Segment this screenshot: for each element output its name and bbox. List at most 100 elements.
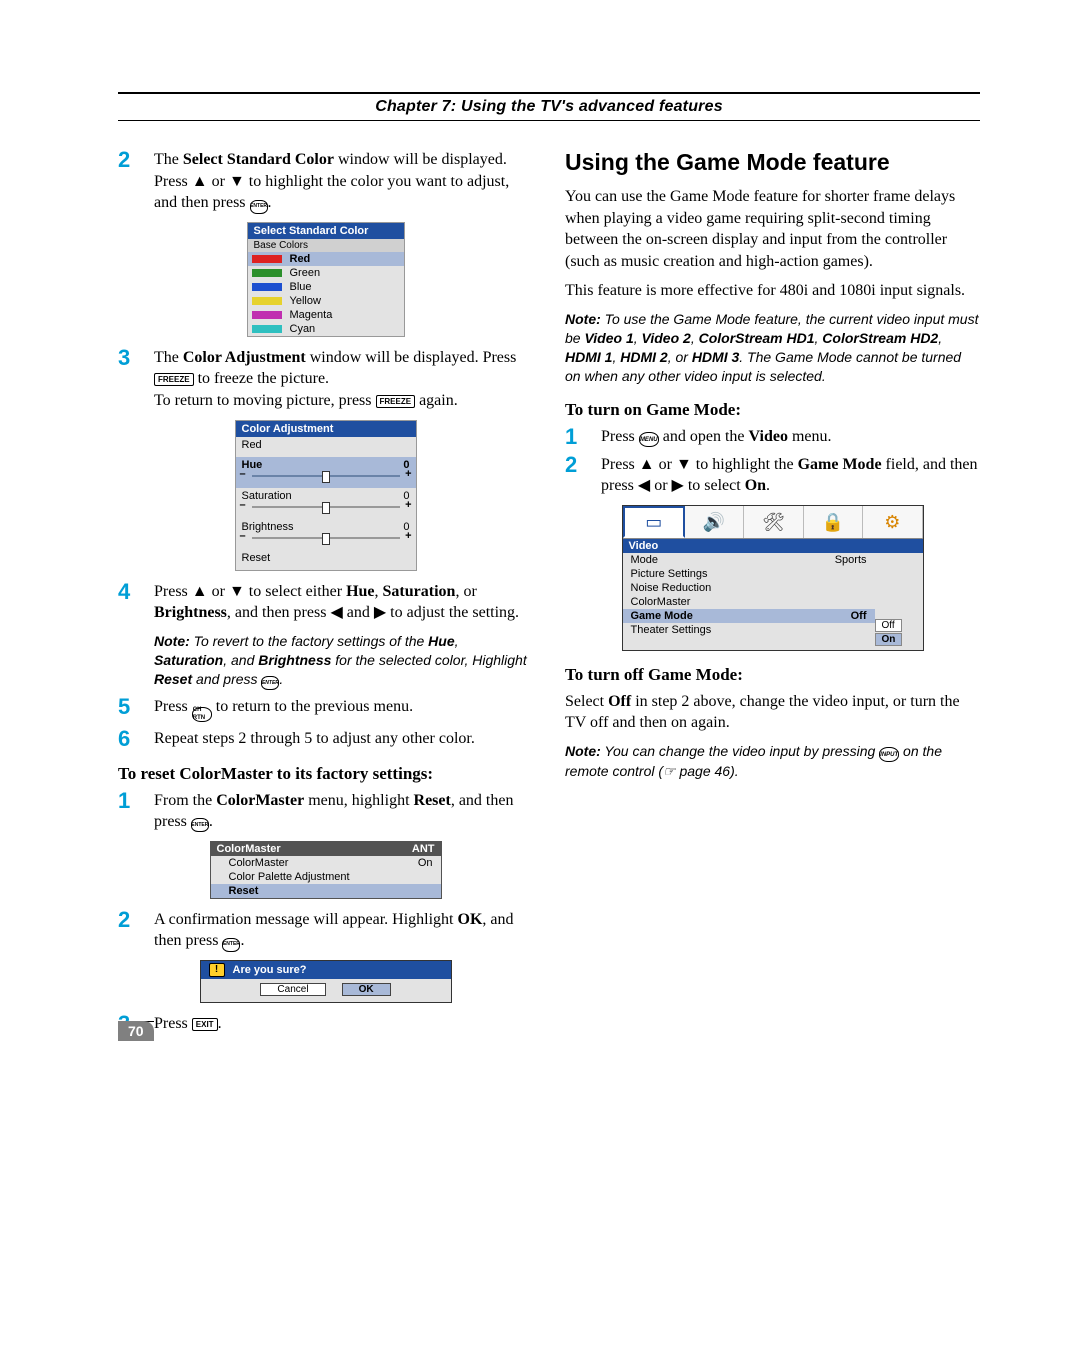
confirm-dialog: !Are you sure? Cancel OK — [200, 960, 452, 1003]
label: Color Palette Adjustment — [229, 871, 350, 883]
text-bold: Reset — [414, 792, 451, 809]
step-5-body: Press CH RTN to return to the previous m… — [154, 696, 533, 722]
text: window will be displayed. Press — [306, 349, 517, 366]
step-number-5: 5 — [118, 696, 136, 722]
dialog-title: Select Standard Color — [248, 223, 404, 239]
text: Press — [601, 428, 639, 445]
text-bold: HDMI 1 — [565, 349, 612, 365]
text: and press — [192, 671, 261, 687]
menu-button-icon: MENU — [639, 432, 659, 447]
colormaster-window: ColorMasterANT ColorMasterOn Color Palet… — [210, 841, 442, 899]
right-step-1: Press MENU and open the Video menu. — [601, 426, 980, 448]
value: Off — [851, 610, 867, 622]
color-row-magenta: Magenta — [248, 308, 404, 322]
option-off: Off — [875, 619, 902, 632]
text-bold: Off — [608, 693, 631, 710]
chrtn-button-icon: CH RTN — [192, 707, 212, 722]
text: , or — [668, 349, 692, 365]
sub-heading: To reset ColorMaster to its factory sett… — [118, 764, 533, 784]
dialog-title: Are you sure? — [233, 964, 307, 976]
text-bold: Video 2 — [642, 330, 691, 346]
reset-step-3: Press EXIT. — [154, 1013, 533, 1035]
text: Press ▲ or ▼ to select either — [154, 583, 346, 600]
label: Green — [290, 267, 321, 279]
color-row-red: Red — [248, 252, 404, 266]
text: Press — [154, 698, 192, 715]
text-bold: ColorStream HD1 — [699, 330, 815, 346]
dialog-subtitle: Base Colors — [248, 239, 404, 252]
text: , and then press ◀ and ▶ to adjust the s… — [227, 604, 519, 621]
label: ColorMaster — [631, 596, 691, 608]
text: Select — [565, 693, 608, 710]
step-6-body: Repeat steps 2 through 5 to adjust any o… — [154, 728, 533, 750]
text: You can change the video input by pressi… — [601, 743, 879, 759]
color-row-yellow: Yellow — [248, 294, 404, 308]
text-bold: Hue — [346, 583, 374, 600]
slider: –+ — [242, 503, 410, 513]
text-bold: OK — [458, 911, 483, 928]
text-bold: Reset — [154, 671, 192, 687]
color-row-green: Green — [248, 266, 404, 280]
text: , or — [455, 583, 476, 600]
text: menu. — [788, 428, 832, 445]
text: , and — [223, 652, 258, 668]
label: Brightness — [242, 521, 294, 533]
freeze-button-icon: FREEZE — [376, 395, 416, 408]
menu-row-game-mode: Game Mode Off — [623, 609, 875, 623]
select-standard-color-window: Select Standard Color Base Colors Red Gr… — [247, 222, 405, 337]
label: Game Mode — [631, 610, 693, 622]
note: Note: You can change the video input by … — [565, 742, 980, 781]
left-column: 2 The Select Standard Color window will … — [118, 149, 533, 1041]
sub-heading: To turn on Game Mode: — [565, 400, 980, 420]
text-bold: ColorMaster — [216, 792, 304, 809]
enter-button-icon: ENTER — [261, 676, 279, 690]
text: To return to moving picture, press — [154, 392, 376, 409]
step-number-2b: 2 — [118, 909, 136, 952]
note: Note: To use the Game Mode feature, the … — [565, 310, 980, 386]
text: to freeze the picture. — [194, 370, 329, 387]
label: Red — [290, 253, 311, 265]
text: A confirmation message will appear. High… — [154, 911, 458, 928]
text: Press ▲ or ▼ to highlight the — [601, 456, 798, 473]
label: Red — [242, 439, 410, 451]
step-number-6: 6 — [118, 728, 136, 750]
text: From the — [154, 792, 216, 809]
input-button-icon: INPUT — [879, 747, 899, 762]
tab-setup-icon: 🛠 — [744, 506, 803, 538]
text-bold: ColorStream HD2 — [822, 330, 938, 346]
text-bold: On — [745, 477, 766, 494]
ant-label: ANT — [412, 843, 435, 855]
enter-button-icon: ENTER — [191, 818, 209, 832]
step-3-body: The Color Adjustment window will be disp… — [154, 347, 533, 412]
text-bold: Video — [749, 428, 788, 445]
tools-icon: 🛠 — [762, 513, 785, 531]
text-bold: Select Standard Color — [183, 151, 334, 168]
text: The — [154, 349, 183, 366]
reset-step-2: A confirmation message will appear. High… — [154, 909, 533, 952]
adj-row-brightness: Brightness0 –+ — [236, 519, 416, 550]
text: for the selected color, Highlight — [331, 652, 526, 668]
speaker-icon: 🔊 — [703, 513, 725, 531]
dialog-title: Color Adjustment — [236, 421, 416, 437]
option-on: On — [875, 633, 903, 646]
reset-step-1: From the ColorMaster menu, highlight Res… — [154, 790, 533, 833]
text: and open the — [659, 428, 749, 445]
freeze-button-icon: FREEZE — [154, 373, 194, 386]
text: , — [375, 583, 383, 600]
tv-icon: ▭ — [645, 513, 662, 531]
tab-app-icon: ⚙ — [863, 506, 922, 538]
text-bold: Video 1 — [584, 330, 633, 346]
cm-row: ColorMasterOn — [211, 856, 441, 870]
label: Theater Settings — [631, 624, 712, 636]
slider: –+ — [242, 534, 410, 544]
text: to return to the previous menu. — [212, 698, 413, 715]
color-adjustment-window: Color Adjustment Red Hue0 –+ Saturation0… — [235, 420, 417, 571]
label: Blue — [290, 281, 312, 293]
text: , — [634, 330, 642, 346]
label: Mode — [631, 554, 659, 566]
value: On — [418, 857, 433, 869]
video-menu-window: ▭ 🔊 🛠 🔒 ⚙ Video ModeSports Picture Setti… — [622, 505, 924, 651]
cancel-button: Cancel — [260, 983, 325, 996]
enter-button-icon: ENTER — [222, 938, 240, 952]
text-bold: HDMI 3 — [692, 349, 739, 365]
